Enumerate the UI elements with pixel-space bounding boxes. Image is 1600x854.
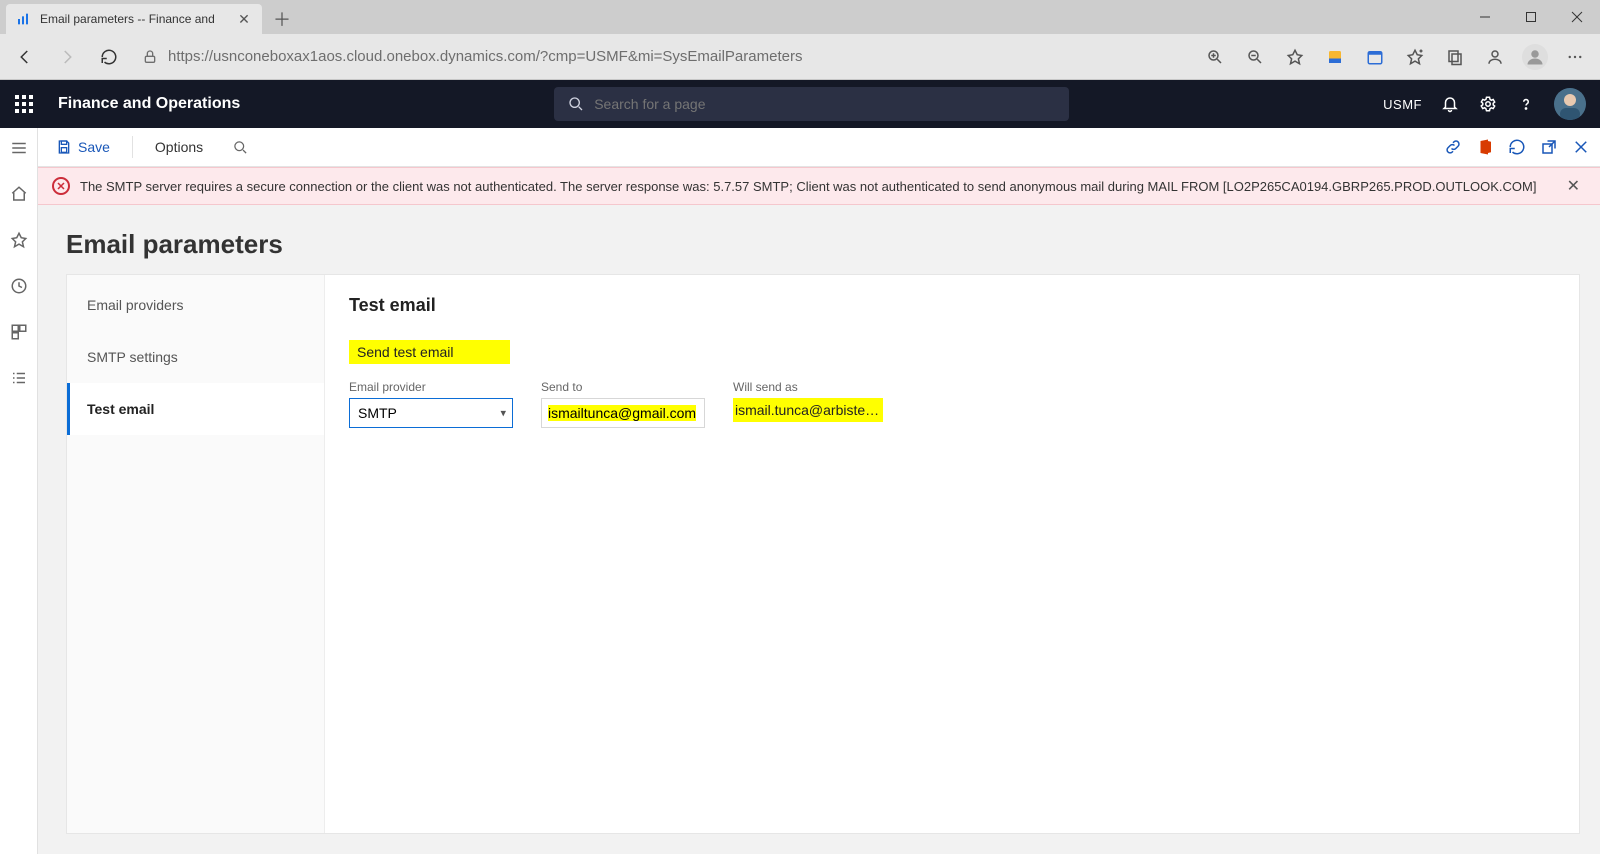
browser-tab[interactable]: Email parameters -- Finance and ✕ [6, 4, 262, 34]
url-text[interactable]: https://usnconeboxax1aos.cloud.onebox.dy… [168, 48, 802, 65]
gear-icon[interactable] [1478, 94, 1498, 114]
search-icon [568, 96, 584, 112]
panel: Email providersSMTP settingsTest email T… [66, 274, 1580, 834]
nav-back-button[interactable] [6, 38, 44, 76]
window-close[interactable] [1554, 0, 1600, 34]
window-controls [1462, 0, 1600, 34]
panel-body: Test email Send test email Email provide… [325, 275, 1579, 833]
error-message: The SMTP server requires a secure connec… [80, 179, 1536, 194]
hamburger-icon[interactable] [9, 138, 29, 158]
refresh-icon[interactable] [1508, 138, 1526, 156]
email-provider-label: Email provider [349, 380, 513, 394]
error-icon: ✕ [52, 177, 70, 195]
send-to-value: ismailtunca@gmail.com [548, 405, 696, 421]
browser-address-bar: https://usnconeboxax1aos.cloud.onebox.dy… [0, 34, 1600, 80]
window-maximize[interactable] [1508, 0, 1554, 34]
home-icon[interactable] [9, 184, 29, 204]
lock-icon[interactable] [142, 49, 158, 65]
will-send-as-value: ismail.tunca@arbistec… [733, 398, 883, 422]
email-provider-value: SMTP [358, 405, 397, 421]
email-provider-select[interactable]: SMTP ▾ [349, 398, 513, 428]
ext-calendar-icon[interactable] [1356, 38, 1394, 76]
tab-favicon [16, 11, 32, 27]
browser-tab-strip: Email parameters -- Finance and ✕ ＋ [0, 0, 1600, 34]
modules-icon[interactable] [9, 368, 29, 388]
favorites-icon[interactable] [1396, 38, 1434, 76]
window-minimize[interactable] [1462, 0, 1508, 34]
tab-title: Email parameters -- Finance and [40, 12, 228, 26]
save-button[interactable]: Save [48, 135, 118, 159]
separator [132, 136, 133, 158]
send-test-email-button[interactable]: Send test email [349, 340, 510, 364]
app-top-nav: Finance and Operations USMF [0, 80, 1600, 128]
new-tab-button[interactable]: ＋ [268, 5, 296, 33]
close-pane-icon[interactable] [1572, 138, 1590, 156]
user-avatar[interactable] [1554, 88, 1586, 120]
panel-tab-test-email[interactable]: Test email [67, 383, 324, 435]
global-search-input[interactable] [594, 96, 1055, 112]
ext-highlight-icon[interactable] [1316, 38, 1354, 76]
action-bar: Save Options [38, 128, 1600, 167]
section-title: Test email [349, 295, 1555, 316]
send-to-input[interactable]: ismailtunca@gmail.com [541, 398, 705, 428]
waffle-icon[interactable] [8, 88, 40, 120]
error-close-icon[interactable]: ✕ [1561, 176, 1586, 196]
link-icon[interactable] [1444, 138, 1462, 156]
panel-tab-smtp-settings[interactable]: SMTP settings [67, 331, 324, 383]
options-button[interactable]: Options [147, 135, 211, 159]
panel-tab-email-providers[interactable]: Email providers [67, 279, 324, 331]
collections-icon[interactable] [1436, 38, 1474, 76]
bell-icon[interactable] [1440, 94, 1460, 114]
will-send-as-label: Will send as [733, 380, 883, 394]
profile-avatar[interactable] [1516, 38, 1554, 76]
help-icon[interactable] [1516, 94, 1536, 114]
nav-forward-button[interactable] [48, 38, 86, 76]
popout-icon[interactable] [1540, 138, 1558, 156]
favorites-rail-icon[interactable] [9, 230, 29, 250]
recent-icon[interactable] [9, 276, 29, 296]
save-label: Save [78, 139, 110, 155]
office-icon[interactable] [1476, 138, 1494, 156]
app-title: Finance and Operations [58, 95, 240, 113]
error-banner: ✕ The SMTP server requires a secure conn… [38, 167, 1600, 205]
tab-close-icon[interactable]: ✕ [236, 11, 252, 27]
actionbar-search-icon[interactable] [225, 136, 256, 159]
zoom-out-icon[interactable] [1236, 38, 1274, 76]
page-heading: Email parameters [38, 205, 1600, 274]
star-icon[interactable] [1276, 38, 1314, 76]
left-rail [0, 128, 38, 854]
person-icon[interactable] [1476, 38, 1514, 76]
zoom-in-icon[interactable] [1196, 38, 1234, 76]
chevron-down-icon: ▾ [500, 407, 506, 420]
panel-nav: Email providersSMTP settingsTest email [67, 275, 325, 833]
send-to-label: Send to [541, 380, 705, 394]
legal-entity[interactable]: USMF [1383, 97, 1422, 112]
global-search[interactable] [554, 87, 1069, 121]
nav-refresh-button[interactable] [90, 38, 128, 76]
more-icon[interactable] [1556, 38, 1594, 76]
workspaces-icon[interactable] [9, 322, 29, 342]
